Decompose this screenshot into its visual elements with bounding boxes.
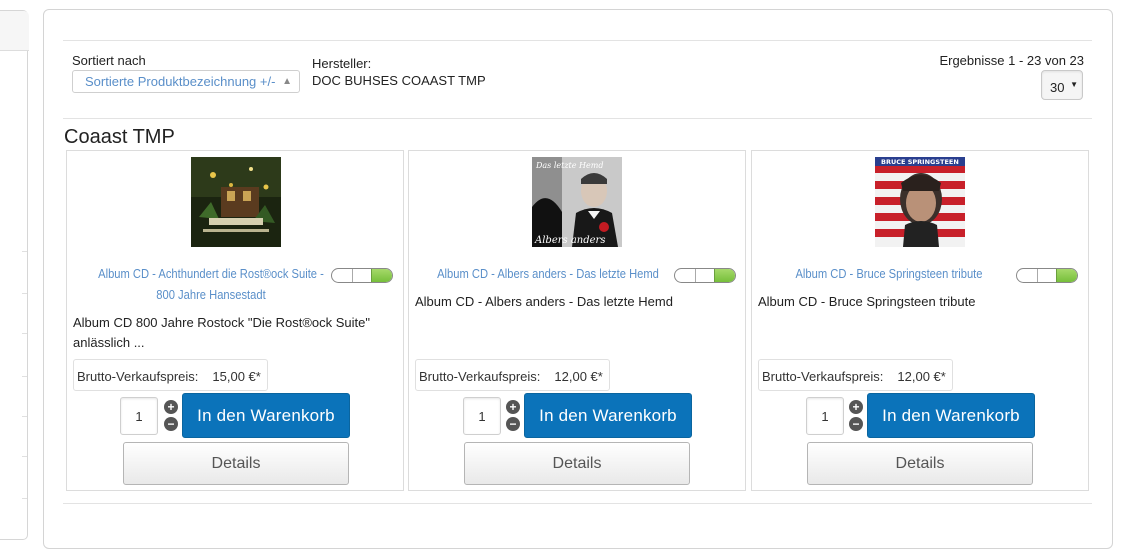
price-label: Brutto-Verkaufspreis: [419,369,541,384]
product-title-line: Album CD - Achthundert die Rost®ock Suit… [98,266,324,281]
cover-text: Das letzte Hemd [535,161,603,170]
product-description: Album CD - Bruce Springsteen tribute [758,292,1078,312]
product-title-link[interactable]: Album CD - Achthundert die Rost®ock Suit… [92,263,329,305]
plus-icon[interactable]: + [849,400,863,414]
price-value: 15,00 €* [212,369,261,384]
divider [63,503,1092,504]
left-sidebar [0,10,29,540]
compare-toggle[interactable] [331,268,393,283]
sort-select-value: Sortierte Produktbezeichnung +/- [85,74,276,89]
cover-text: Albers anders [534,235,605,246]
sidebar-divider [22,416,27,417]
compare-toggle[interactable] [674,268,736,283]
product-image[interactable]: BRUCE SPRINGSTEEN [875,157,965,247]
sort-select[interactable]: Sortierte Produktbezeichnung +/- ▲ [72,70,300,93]
product-card: BRUCE SPRINGSTEEN Album CD - Bruce Sprin… [751,150,1089,491]
sort-arrows-icon: ▲ [282,76,292,87]
product-title-line: Album CD - Bruce Springsteen tribute [795,266,983,281]
product-title-link[interactable]: Album CD - Bruce Springsteen tribute [776,263,1001,284]
add-to-cart-button[interactable]: In den Warenkorb [867,393,1035,438]
product-title-link[interactable]: Album CD - Albers anders - Das letzte He… [434,263,663,284]
manufacturer-value: DOC BUHSES COAAST TMP [312,73,486,88]
price-box: Brutto-Verkaufspreis: 12,00 €* [758,359,953,391]
product-image[interactable] [191,157,281,247]
sidebar-divider [22,293,27,294]
cover-text: BRUCE SPRINGSTEEN [881,158,959,166]
sidebar-divider [22,376,27,377]
plus-icon[interactable]: + [506,400,520,414]
minus-icon[interactable]: − [506,417,520,431]
product-card: Das letzte Hemd Albers anders Album CD -… [408,150,746,491]
price-value: 12,00 €* [554,369,603,384]
minus-icon[interactable]: − [849,417,863,431]
product-card: Album CD - Achthundert die Rost®ock Suit… [66,150,404,491]
description-line: Album CD - Bruce Springsteen tribute [758,294,976,309]
divider [63,40,1092,41]
add-to-cart-button[interactable]: In den Warenkorb [182,393,350,438]
price-value: 12,00 €* [897,369,946,384]
manufacturer-label: Hersteller: [312,56,372,71]
quantity-input[interactable]: 1 [806,397,844,435]
details-button[interactable]: Details [464,442,690,485]
quantity-input[interactable]: 1 [120,397,158,435]
price-box: Brutto-Verkaufspreis: 12,00 €* [415,359,610,391]
price-box: Brutto-Verkaufspreis: 15,00 €* [73,359,268,391]
section-title: Coaast TMP [64,126,175,148]
results-count: Ergebnisse 1 - 23 von 23 [939,53,1084,68]
description-line: Album CD - Albers anders - Das letzte He… [415,294,673,309]
price-label: Brutto-Verkaufspreis: [77,369,199,384]
description-line: Album CD 800 Jahre Rostock "Die Rost®ock… [73,315,370,330]
sidebar-divider [22,333,27,334]
sort-label: Sortiert nach [72,53,146,68]
minus-icon[interactable]: − [164,417,178,431]
plus-icon[interactable]: + [164,400,178,414]
details-button[interactable]: Details [807,442,1033,485]
per-page-value: 30 [1050,80,1065,95]
sidebar-tab[interactable] [0,11,29,51]
compare-toggle[interactable] [1016,268,1078,283]
product-description: Album CD 800 Jahre Rostock "Die Rost®ock… [73,313,393,353]
product-title-line: 800 Jahre Hansestadt [156,287,266,302]
product-image[interactable]: Das letzte Hemd Albers anders [532,157,622,247]
quantity-input[interactable]: 1 [463,397,501,435]
sidebar-divider [22,456,27,457]
details-button[interactable]: Details [123,442,349,485]
price-label: Brutto-Verkaufspreis: [762,369,884,384]
sidebar-divider [22,498,27,499]
product-title-line: Album CD - Albers anders - Das letzte He… [437,266,659,281]
add-to-cart-button[interactable]: In den Warenkorb [524,393,692,438]
product-description: Album CD - Albers anders - Das letzte He… [415,292,735,312]
description-line: anlässlich ... [73,335,145,350]
divider [63,118,1092,119]
caret-down-icon: ▼ [1070,80,1078,89]
per-page-select[interactable]: 30 ▼ [1041,70,1083,100]
sidebar-divider [22,251,27,252]
